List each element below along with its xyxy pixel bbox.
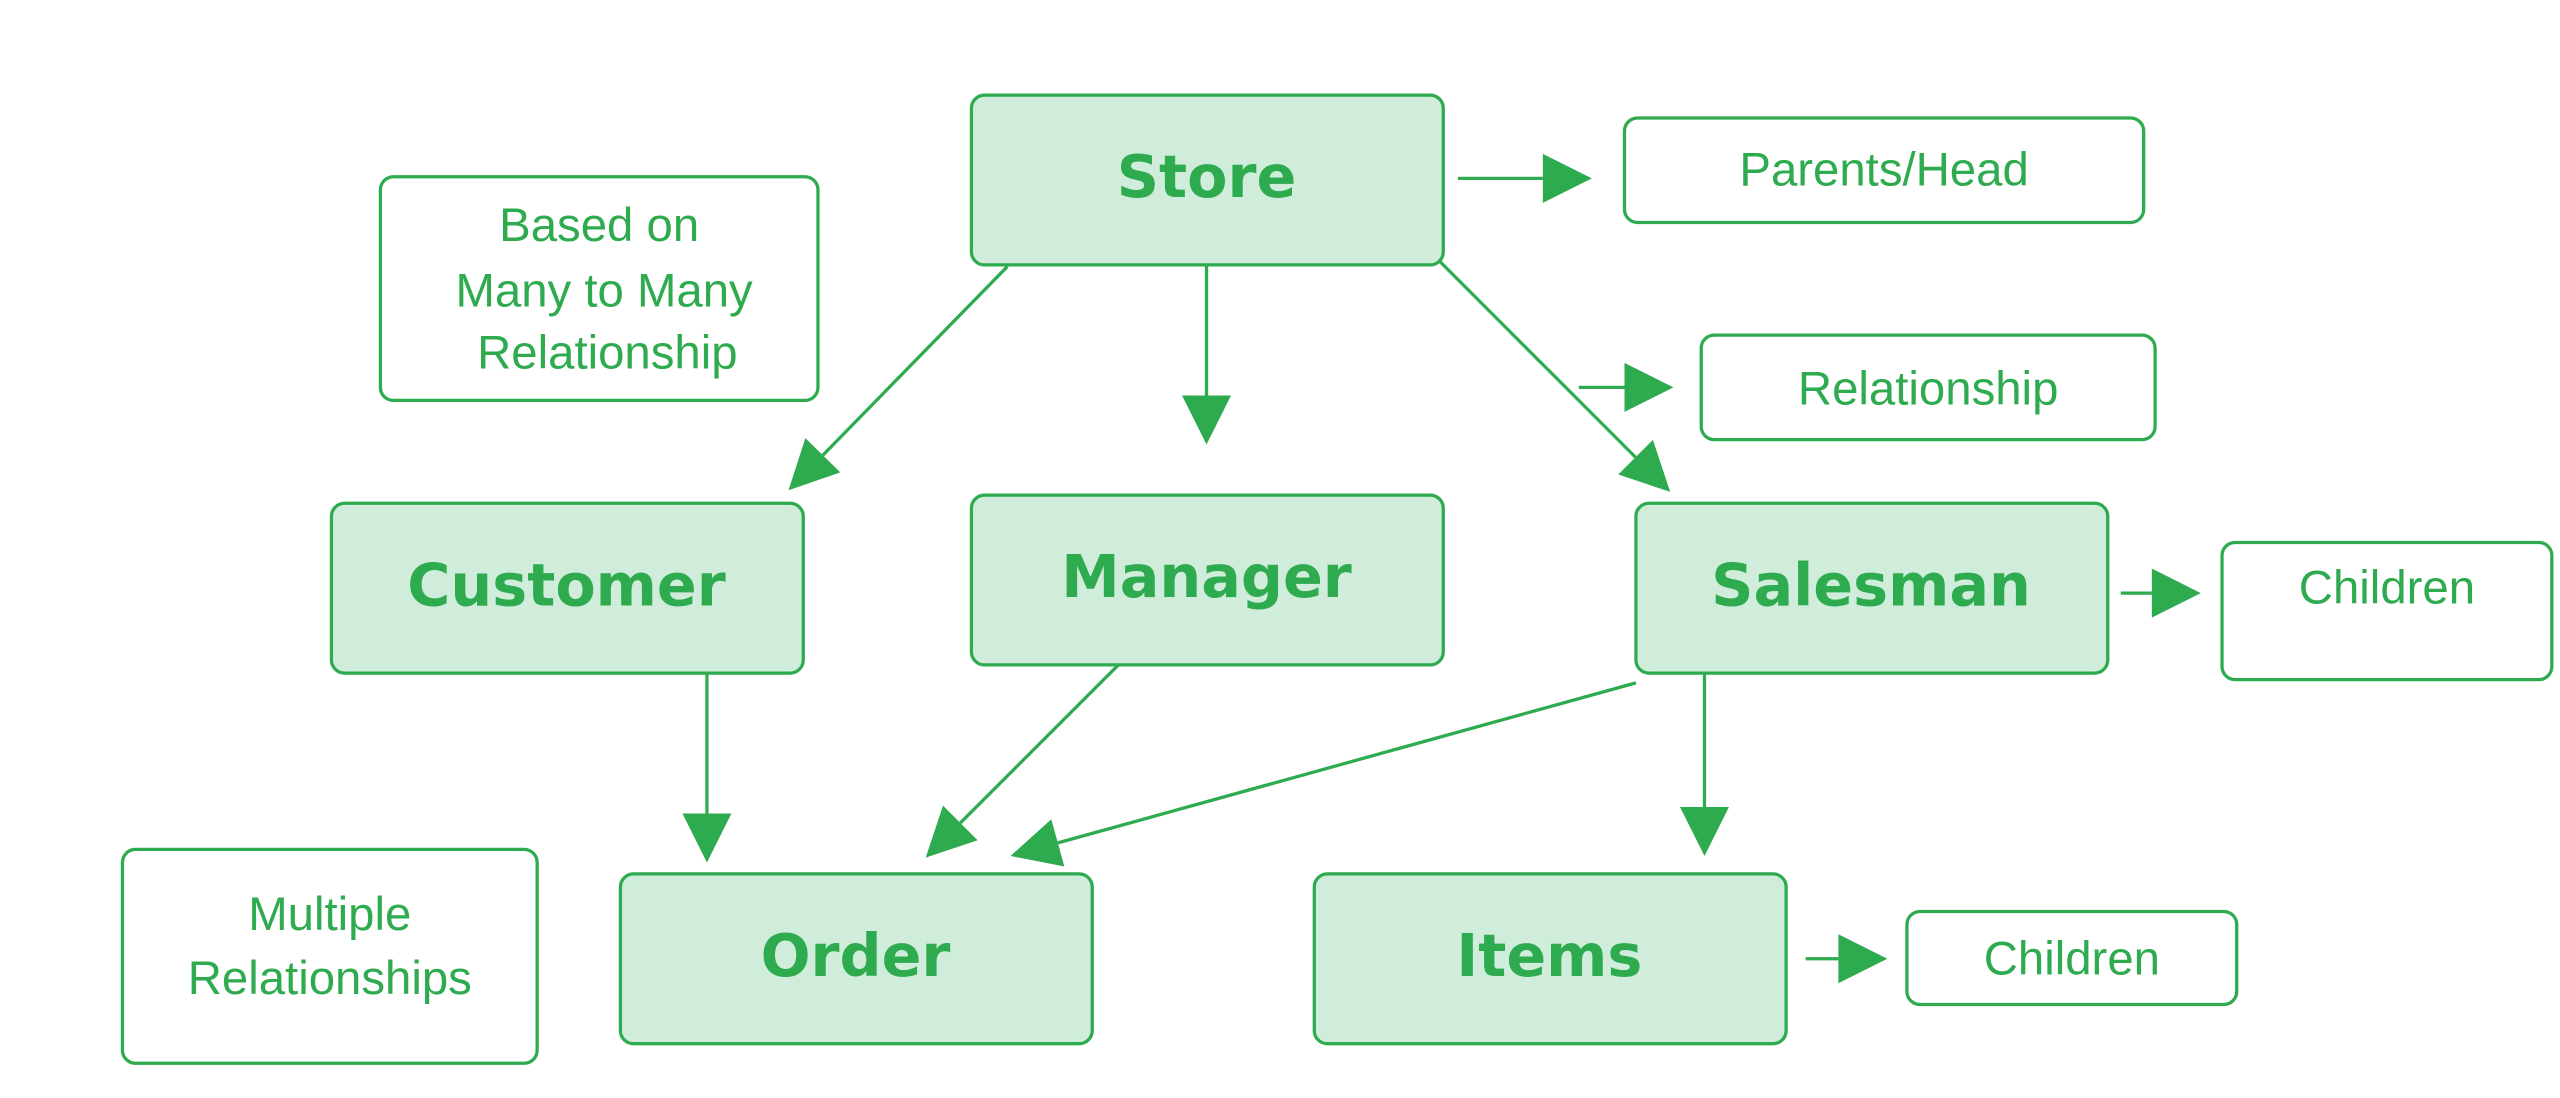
node-store: Store bbox=[969, 93, 1445, 267]
arrowhead-icon bbox=[1010, 819, 1065, 867]
node-items: Items bbox=[1312, 872, 1788, 1046]
note-line: Multiple bbox=[248, 888, 411, 941]
note-line: Relationship bbox=[477, 327, 737, 380]
note-children-items: Children bbox=[1905, 909, 2239, 1007]
node-manager: Manager bbox=[969, 493, 1445, 667]
note-children-salesman: Children bbox=[2220, 540, 2554, 682]
edge-salesman-order bbox=[1057, 681, 1637, 845]
node-items-label: Items bbox=[1456, 921, 1642, 990]
node-salesman-label: Salesman bbox=[1711, 550, 2031, 619]
arrowhead-icon bbox=[682, 813, 732, 863]
arrowhead-icon bbox=[1182, 395, 1232, 445]
arrowhead-icon bbox=[1680, 806, 1729, 856]
arrowhead-icon bbox=[2151, 568, 2201, 618]
note-many-to-many: Based on Many to Many Relationship bbox=[378, 175, 820, 403]
arrowhead-icon bbox=[1838, 934, 1888, 984]
node-customer: Customer bbox=[329, 501, 805, 675]
edge-store-salesman bbox=[1438, 260, 1637, 459]
edge-manager-order bbox=[959, 663, 1120, 825]
node-manager-label: Manager bbox=[1061, 542, 1352, 611]
note-line: Many to Many bbox=[455, 265, 753, 318]
note-relationship: Relationship bbox=[1699, 333, 2157, 442]
arrowhead-icon bbox=[1624, 362, 1674, 412]
node-salesman: Salesman bbox=[1634, 501, 2110, 675]
er-diagram: Store Customer Manager Salesman Order It… bbox=[120, 93, 2554, 1065]
note-text: Parents/Head bbox=[1739, 144, 2028, 197]
note-text: Children bbox=[2299, 562, 2475, 615]
node-store-label: Store bbox=[1117, 142, 1297, 211]
note-line: Based on bbox=[499, 199, 699, 252]
edge-store-customer bbox=[821, 265, 1009, 457]
node-order-label: Order bbox=[761, 921, 951, 990]
note-text: Children bbox=[1984, 932, 2160, 985]
arrowhead-icon bbox=[1542, 153, 1592, 203]
note-line: Relationships bbox=[188, 952, 472, 1005]
node-customer-label: Customer bbox=[407, 550, 725, 619]
note-text: Relationship bbox=[1798, 362, 2058, 415]
note-parents: Parents/Head bbox=[1622, 116, 2146, 225]
note-multiple: Multiple Relationships bbox=[120, 847, 539, 1065]
node-order: Order bbox=[618, 872, 1094, 1046]
